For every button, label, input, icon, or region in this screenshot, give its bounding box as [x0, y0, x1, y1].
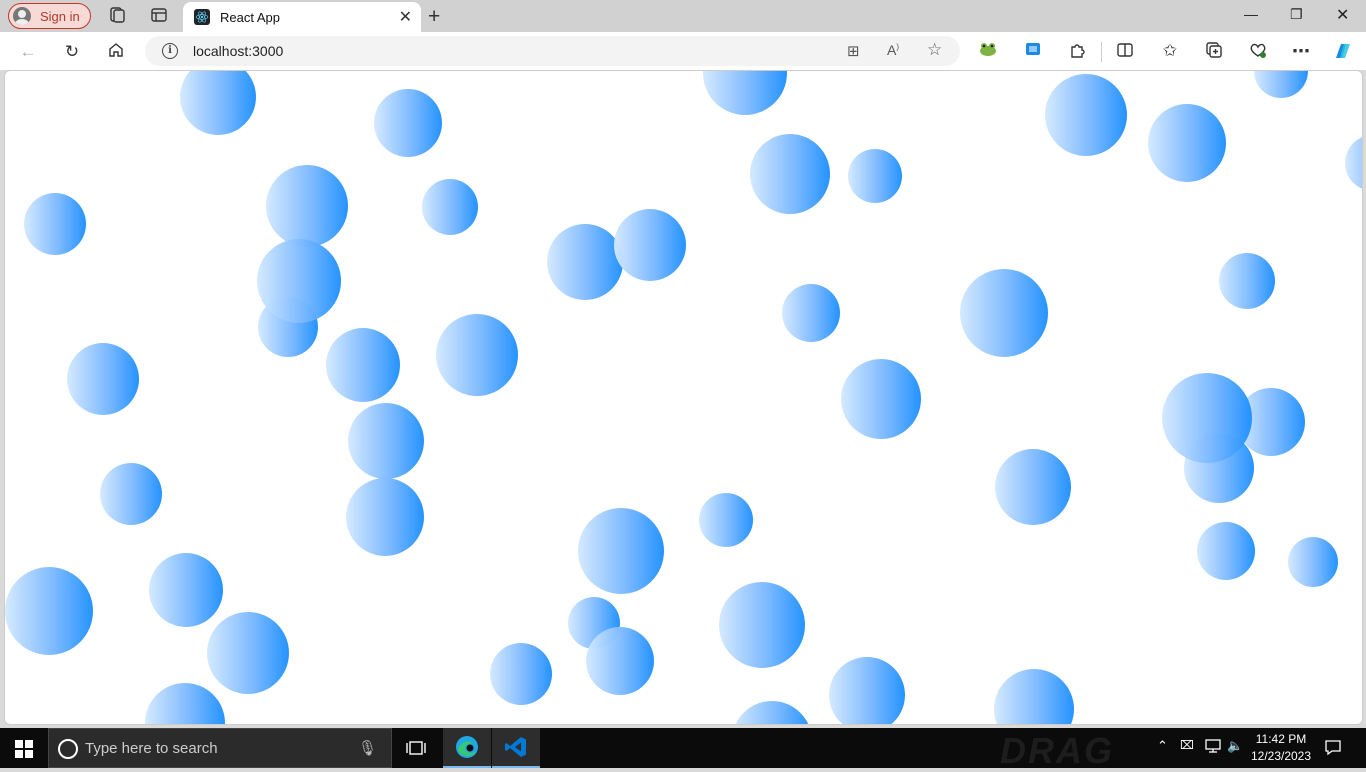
- bubble: [732, 701, 812, 724]
- bubble: [586, 627, 654, 695]
- bubble: [841, 359, 921, 439]
- tab-actions-icon[interactable]: [149, 6, 169, 26]
- vscode-taskbar-icon[interactable]: [492, 728, 540, 768]
- screen-capture-extension-icon[interactable]: [1023, 41, 1043, 61]
- copilot-icon[interactable]: [1332, 40, 1352, 60]
- favorite-star-icon[interactable]: ☆: [927, 40, 942, 60]
- react-logo-icon: [194, 9, 210, 25]
- home-icon[interactable]: [105, 41, 127, 63]
- task-view-icon[interactable]: [392, 728, 440, 768]
- bubble: [1288, 537, 1338, 587]
- bubble: [257, 239, 341, 323]
- bubble: [207, 612, 289, 694]
- bubble: [578, 508, 664, 594]
- toolbar-divider: [1101, 42, 1102, 62]
- bubble: [719, 582, 805, 668]
- close-window-button[interactable]: ✕: [1336, 5, 1349, 25]
- bubble: [1219, 253, 1275, 309]
- clock-time: 11:42 PM: [1255, 732, 1307, 746]
- url-text: localhost:3000: [193, 43, 284, 59]
- watermark-text: DRAG: [1000, 730, 1114, 771]
- address-bar[interactable]: i localhost:3000 ⊞ A) ☆: [145, 36, 960, 66]
- volume-icon[interactable]: 🔈: [1227, 738, 1243, 754]
- notifications-icon[interactable]: [1324, 738, 1342, 759]
- windows-taskbar: Type here to search 🎙 DRAG ⌃ ⌧ 🔈 11:42 P…: [0, 728, 1366, 771]
- bubble: [436, 314, 518, 396]
- bubble: [1254, 71, 1308, 98]
- bubble: [1148, 104, 1226, 182]
- bubble: [346, 478, 424, 556]
- profile-avatar-icon: [13, 7, 31, 25]
- taskbar-search-box[interactable]: Type here to search 🎙: [48, 728, 392, 768]
- windows-start-icon[interactable]: [15, 740, 33, 758]
- back-icon[interactable]: ←: [17, 41, 39, 63]
- settings-more-icon[interactable]: ⋯: [1291, 41, 1311, 61]
- bubble: [490, 643, 552, 705]
- bubble: [829, 657, 905, 724]
- network-icon[interactable]: [1204, 738, 1222, 757]
- bubble: [24, 193, 86, 255]
- bubble: [374, 89, 442, 157]
- collections-icon[interactable]: [1204, 41, 1224, 61]
- bubble: [699, 493, 753, 547]
- split-screen-icon[interactable]: [1115, 41, 1135, 61]
- sign-in-button[interactable]: Sign in: [8, 3, 91, 29]
- bubble: [1162, 373, 1252, 463]
- cortana-circle-icon: [58, 739, 78, 759]
- bubble: [782, 284, 840, 342]
- bubble: [614, 209, 686, 281]
- refresh-icon[interactable]: ↻: [61, 41, 83, 63]
- bubble: [266, 165, 348, 247]
- restore-button[interactable]: ❐: [1290, 6, 1303, 23]
- bubble: [1345, 135, 1362, 191]
- frog-extension-icon[interactable]: [978, 41, 998, 61]
- new-tab-button[interactable]: +: [428, 5, 440, 29]
- extensions-puzzle-icon[interactable]: [1067, 41, 1087, 61]
- show-hidden-icons-chevron-icon[interactable]: ⌃: [1157, 738, 1168, 754]
- bubble: [149, 553, 223, 627]
- bubble: [145, 683, 225, 724]
- bubble: [67, 343, 139, 415]
- system-clock[interactable]: 11:42 PM 12/23/2023: [1244, 731, 1318, 765]
- page-content: [4, 70, 1363, 725]
- read-aloud-icon[interactable]: A): [887, 42, 899, 58]
- sign-in-label: Sign in: [40, 8, 80, 24]
- search-placeholder: Type here to search: [85, 740, 218, 757]
- bubble: [750, 134, 830, 214]
- bubble: [848, 149, 902, 203]
- bubble: [995, 449, 1071, 525]
- bubble: [994, 669, 1074, 724]
- bubble: [422, 179, 478, 235]
- bubble: [326, 328, 400, 402]
- close-tab-icon[interactable]: ✕: [399, 7, 412, 27]
- bubble: [1045, 74, 1127, 156]
- microphone-icon[interactable]: 🎙: [358, 739, 377, 757]
- tab-title: React App: [220, 9, 280, 25]
- bubble: [180, 71, 256, 135]
- bubble: [960, 269, 1048, 357]
- browser-essentials-icon[interactable]: [1248, 41, 1268, 61]
- input-language-icon[interactable]: ⌧: [1180, 738, 1194, 752]
- bubble: [1197, 522, 1255, 580]
- bubble: [547, 224, 623, 300]
- favorites-icon[interactable]: ✩: [1160, 41, 1180, 61]
- app-available-icon[interactable]: ⊞: [847, 42, 860, 60]
- bubble: [5, 567, 93, 655]
- browser-toolbar: ← ↻ i localhost:3000 ⊞ A) ☆ ✩ ⋯: [0, 32, 1366, 70]
- bubble: [100, 463, 162, 525]
- tab-strip: Sign in React App ✕ + — ❐ ✕: [0, 0, 1366, 32]
- site-info-icon[interactable]: i: [162, 43, 178, 59]
- minimize-button[interactable]: —: [1244, 6, 1258, 22]
- edge-taskbar-icon[interactable]: [443, 728, 491, 768]
- clock-date: 12/23/2023: [1250, 749, 1312, 763]
- bubble: [348, 403, 424, 479]
- bubble: [703, 71, 787, 115]
- tab-react-app[interactable]: React App ✕: [183, 2, 421, 32]
- workspaces-icon[interactable]: [107, 6, 127, 26]
